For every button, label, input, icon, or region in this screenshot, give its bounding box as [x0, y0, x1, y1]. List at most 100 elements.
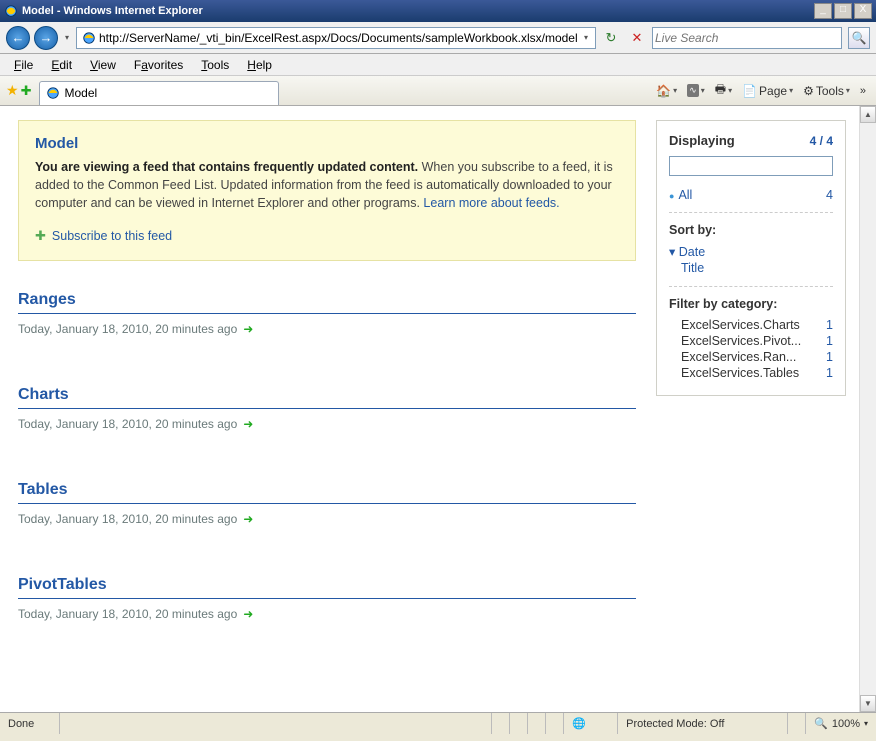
favorites-star-icon[interactable]: ★: [6, 82, 19, 99]
tools-label: Tools: [816, 84, 844, 98]
category-count: 1: [826, 334, 833, 348]
status-security-cell: 🌐: [564, 713, 618, 734]
category-name: ExcelServices.Charts: [681, 318, 800, 332]
status-done: Done: [0, 713, 60, 734]
category-row[interactable]: ExcelServices.Pivot...1: [669, 333, 833, 349]
zoom-control[interactable]: 🔍100%▾: [806, 717, 876, 730]
bullet-icon: ●: [669, 191, 674, 201]
close-button[interactable]: X: [854, 3, 872, 19]
status-cell: [546, 713, 564, 734]
category-name: ExcelServices.Ran...: [681, 350, 796, 364]
toolbar-chevron[interactable]: »: [856, 83, 870, 99]
feed-item-timestamp: Today, January 18, 2010, 20 minutes ago: [18, 512, 237, 526]
category-count: 1: [826, 318, 833, 332]
status-cell: [510, 713, 528, 734]
feed-item: Charts Today, January 18, 2010, 20 minut…: [18, 386, 636, 431]
scroll-up-button[interactable]: ▲: [860, 106, 876, 123]
feed-description-bold: You are viewing a feed that contains fre…: [35, 160, 418, 174]
learn-more-link[interactable]: Learn more about feeds.: [423, 196, 559, 210]
feed-item-timestamp: Today, January 18, 2010, 20 minutes ago: [18, 607, 237, 621]
command-bar: ★ ✚ Model 🏠▾ ∿▾ 🖶▾ 📄Page▾ ⚙Tools▾ »: [0, 76, 876, 106]
add-favorite-icon[interactable]: ✚: [21, 83, 32, 99]
category-row[interactable]: ExcelServices.Ran...1: [669, 349, 833, 365]
status-cell: [528, 713, 546, 734]
feed-item: Ranges Today, January 18, 2010, 20 minut…: [18, 291, 636, 336]
zoom-dropdown-icon[interactable]: ▾: [864, 719, 868, 728]
feed-item-title-link[interactable]: Ranges: [18, 291, 76, 308]
feed-description: You are viewing a feed that contains fre…: [35, 158, 619, 212]
feed-item: Tables Today, January 18, 2010, 20 minut…: [18, 481, 636, 526]
status-cell: [788, 713, 806, 734]
url-dropdown-icon[interactable]: ▾: [579, 33, 593, 42]
sort-title[interactable]: Title: [681, 260, 833, 276]
status-cell: [492, 713, 510, 734]
goto-arrow-icon[interactable]: ➜: [243, 322, 253, 336]
print-button[interactable]: 🖶▾: [711, 78, 736, 103]
sort-by-label: Sort by:: [669, 223, 833, 237]
menu-tools[interactable]: Tools: [193, 56, 237, 74]
feed-item-timestamp: Today, January 18, 2010, 20 minutes ago: [18, 322, 237, 336]
menu-view[interactable]: View: [82, 56, 124, 74]
url-input[interactable]: [99, 29, 579, 47]
displaying-label: Displaying: [669, 133, 735, 148]
title-bar: Model - Windows Internet Explorer _ □ X: [0, 0, 876, 22]
menu-bar: File Edit View Favorites Tools Help: [0, 54, 876, 76]
home-icon: 🏠: [656, 84, 671, 98]
status-protected-mode: Protected Mode: Off: [618, 713, 788, 734]
feed-info-box: Model You are viewing a feed that contai…: [18, 120, 636, 261]
tab-title: Model: [64, 86, 97, 100]
rss-icon: ∿: [687, 84, 699, 97]
feed-main: Model You are viewing a feed that contai…: [18, 120, 636, 702]
refresh-button[interactable]: ↻: [600, 27, 622, 49]
print-icon: 🖶: [715, 80, 726, 101]
displaying-count: 4 / 4: [810, 134, 833, 148]
page-menu-button[interactable]: 📄Page▾: [738, 82, 797, 100]
scroll-down-button[interactable]: ▼: [860, 695, 876, 712]
gear-icon: ⚙: [803, 84, 814, 98]
feed-item-title-link[interactable]: PivotTables: [18, 576, 107, 593]
category-list: ExcelServices.Charts 1 ExcelServices.Pivo…: [669, 317, 833, 381]
menu-help[interactable]: Help: [239, 56, 280, 74]
goto-arrow-icon[interactable]: ➜: [243, 417, 253, 431]
feed-item-timestamp: Today, January 18, 2010, 20 minutes ago: [18, 417, 237, 431]
filter-all-row[interactable]: ●All 4: [669, 186, 833, 213]
sort-date[interactable]: Date: [681, 243, 833, 260]
search-box[interactable]: [652, 27, 842, 49]
nav-toolbar: ← → ▾ ▾ ↻ ✕ 🔍: [0, 22, 876, 54]
home-button[interactable]: 🏠▾: [652, 82, 681, 100]
stop-button[interactable]: ✕: [626, 27, 648, 49]
menu-favorites[interactable]: Favorites: [126, 56, 191, 74]
feed-title: Model: [35, 135, 619, 152]
filter-category-label: Filter by category:: [669, 297, 833, 311]
filter-input[interactable]: [669, 156, 833, 176]
menu-edit[interactable]: Edit: [43, 56, 80, 74]
nav-history-dropdown[interactable]: ▾: [62, 29, 72, 47]
maximize-button[interactable]: □: [834, 3, 852, 19]
tools-menu-button[interactable]: ⚙Tools▾: [799, 82, 854, 100]
all-count: 4: [826, 188, 833, 202]
feed-item-title-link[interactable]: Tables: [18, 481, 68, 498]
category-row[interactable]: ExcelServices.Charts 1: [669, 317, 833, 333]
minimize-button[interactable]: _: [814, 3, 832, 19]
search-input[interactable]: [655, 29, 839, 47]
goto-arrow-icon[interactable]: ➜: [243, 512, 253, 526]
category-name: ExcelServices.Tables: [681, 366, 799, 380]
category-count: 1: [826, 366, 833, 380]
window-title: Model - Windows Internet Explorer: [22, 5, 814, 17]
content-area: Model You are viewing a feed that contai…: [0, 106, 876, 712]
feeds-button[interactable]: ∿▾: [683, 82, 709, 99]
vertical-scrollbar[interactable]: ▲ ▼: [859, 106, 876, 712]
category-row[interactable]: ExcelServices.Tables 1: [669, 365, 833, 381]
goto-arrow-icon[interactable]: ➜: [243, 607, 253, 621]
feed-sidebar: Displaying 4 / 4 ●All 4 Sort by: Date Ti…: [656, 120, 846, 396]
page-label: Page: [759, 84, 787, 98]
back-button[interactable]: ←: [6, 26, 30, 50]
browser-tab[interactable]: Model: [39, 81, 279, 105]
address-bar[interactable]: ▾: [76, 27, 596, 49]
subscribe-link[interactable]: Subscribe to this feed: [52, 229, 172, 243]
search-go-button[interactable]: 🔍: [848, 27, 870, 49]
page-icon: [82, 31, 96, 45]
forward-button[interactable]: →: [34, 26, 58, 50]
feed-item-title-link[interactable]: Charts: [18, 386, 69, 403]
menu-file[interactable]: File: [6, 56, 41, 74]
